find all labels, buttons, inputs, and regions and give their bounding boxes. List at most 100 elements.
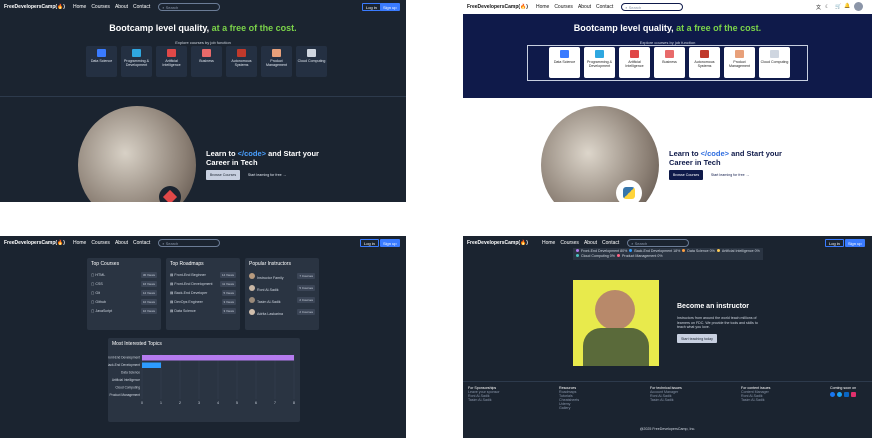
login-button[interactable]: Log in: [360, 239, 379, 247]
y-tick-label: Artificial Intelligence: [112, 378, 140, 382]
nav-home[interactable]: Home: [536, 4, 549, 10]
nav-courses[interactable]: Courses: [91, 240, 110, 246]
signup-button[interactable]: Sign up: [380, 3, 400, 11]
avatar[interactable]: [854, 2, 863, 11]
card-data-science[interactable]: Data Science: [86, 46, 117, 77]
translate-icon[interactable]: 文: [816, 4, 821, 11]
signup-button[interactable]: Sign up: [845, 239, 865, 247]
list-item[interactable]: Tasim Al-Sadik 2 Courses: [245, 294, 319, 306]
clipboard-icon: [735, 50, 744, 58]
search-input[interactable]: ⌕ Search: [627, 239, 690, 247]
y-tick-label: Back-End Development: [108, 363, 140, 367]
x-tick-label: 4: [217, 401, 219, 405]
nav-contact[interactable]: Contact: [602, 240, 619, 246]
list-item[interactable]: ▤ Front-End Development 11 Views: [166, 279, 240, 288]
list-item[interactable]: ▤ Back-End Developer 5 Views: [166, 288, 240, 297]
search-input[interactable]: ⌕ Search: [158, 239, 221, 247]
list-item[interactable]: Instructor Family 7 Courses: [245, 270, 319, 282]
start-free-link[interactable]: Start learning for free →: [707, 170, 753, 180]
y-tick-label: Front-End Development: [108, 356, 140, 360]
footer-link[interactable]: Tasim Al-Sadik: [650, 398, 730, 402]
navbar: FreeDevelopersCamp(🔥) Home Courses About…: [0, 0, 406, 14]
nav-courses[interactable]: Courses: [554, 4, 573, 10]
panel-instructor: FreeDevelopersCamp(🔥) Home Courses About…: [463, 236, 872, 438]
facebook-icon[interactable]: [830, 392, 835, 397]
nav-about[interactable]: About: [115, 240, 128, 246]
brand-logo[interactable]: FreeDevelopersCamp(🔥): [4, 4, 65, 10]
list-item[interactable]: ▢ Github 10 Views: [87, 297, 161, 306]
footer-link[interactable]: Gallery: [559, 406, 639, 410]
list-item[interactable]: ▢ JavaScript 10 Views: [87, 306, 161, 315]
nav-contact[interactable]: Contact: [596, 4, 613, 10]
brand-logo[interactable]: FreeDevelopersCamp(🔥): [467, 4, 528, 10]
avatar: [249, 308, 255, 315]
card-cloud[interactable]: Cloud Computing: [759, 47, 790, 78]
bar[interactable]: [142, 362, 161, 369]
card-ai[interactable]: Artificial Intelligence: [156, 46, 187, 77]
card-data-science[interactable]: Data Science: [549, 47, 580, 78]
signup-button[interactable]: Sign up: [380, 239, 400, 247]
list-item[interactable]: Adrita Laskarina 2 Courses: [245, 306, 319, 318]
linkedin-icon[interactable]: [844, 392, 849, 397]
nav-contact[interactable]: Contact: [133, 4, 150, 10]
nav-home[interactable]: Home: [73, 240, 86, 246]
card-ai[interactable]: Artificial Intelligence: [619, 47, 650, 78]
hero-badge-icon: [159, 186, 181, 202]
hero-divider: [0, 96, 406, 97]
bell-icon[interactable]: 🔔: [844, 3, 850, 9]
card-autonomous[interactable]: Autonomous Systems: [689, 47, 720, 78]
search-input[interactable]: ⌕ Search: [621, 3, 684, 11]
navbar: FreeDevelopersCamp(🔥) Home Courses About…: [463, 0, 872, 14]
list-item[interactable]: ▢ CSS 16 Views: [87, 279, 161, 288]
instagram-icon[interactable]: [851, 392, 856, 397]
card-product[interactable]: Product Management: [724, 47, 755, 78]
x-tick-label: 5: [236, 401, 238, 405]
start-teaching-button[interactable]: Start teaching today: [677, 334, 717, 343]
footer-col: For Sponsorships Leave your sponsor Roni…: [468, 386, 548, 402]
twitter-icon[interactable]: [837, 392, 842, 397]
nav-home[interactable]: Home: [542, 240, 555, 246]
card-programming[interactable]: Programming & Development: [121, 46, 152, 77]
brand-logo[interactable]: FreeDevelopersCamp(🔥): [4, 240, 65, 246]
card-business[interactable]: Business: [654, 47, 685, 78]
y-tick-label: Cloud Computing: [115, 386, 140, 390]
data-science-icon: [560, 50, 569, 58]
nav-about[interactable]: About: [578, 4, 591, 10]
card-cloud[interactable]: Cloud Computing: [296, 46, 327, 77]
footer-link[interactable]: Tasim Al-Sadik: [741, 398, 821, 402]
footer-link[interactable]: Tasim Al-Sadik: [468, 398, 548, 402]
cloud-icon: [770, 50, 779, 58]
nav-about[interactable]: About: [584, 240, 597, 246]
become-title: Become an instructor: [677, 303, 749, 310]
top-courses-title: Top Courses: [91, 261, 120, 267]
footer-col: For content issues Content Manager Roni …: [741, 386, 821, 402]
search-input[interactable]: ⌕ Search: [158, 3, 221, 11]
start-free-link[interactable]: Start learning for free →: [244, 170, 290, 180]
instructors-box: Popular Instructors Instructor Family 7 C…: [245, 258, 319, 330]
cart-icon[interactable]: 🛒: [835, 4, 841, 10]
list-item[interactable]: Roni Al-Sadik 5 Courses: [245, 282, 319, 294]
list-item[interactable]: ▤ DevOps Engineer 3 Views: [166, 297, 240, 306]
nav-about[interactable]: About: [115, 4, 128, 10]
legend-strip: Front-End Development 80% Back-End Devel…: [573, 248, 763, 260]
list-item[interactable]: ▢ HTML 30 Views: [87, 270, 161, 279]
login-button[interactable]: Log in: [362, 3, 381, 11]
card-autonomous[interactable]: Autonomous Systems: [226, 46, 257, 77]
login-button[interactable]: Log in: [825, 239, 844, 247]
card-programming[interactable]: Programming & Development: [584, 47, 615, 78]
panel-dark-home: FreeDevelopersCamp(🔥) Home Courses About…: [0, 0, 406, 202]
nav-courses[interactable]: Courses: [91, 4, 110, 10]
card-business[interactable]: Business: [191, 46, 222, 77]
brand-logo[interactable]: FreeDevelopersCamp(🔥): [467, 240, 528, 246]
moon-icon[interactable]: ☾: [825, 4, 829, 10]
bar[interactable]: [142, 355, 294, 361]
nav-home[interactable]: Home: [73, 4, 86, 10]
browse-courses-button[interactable]: Browse Courses: [206, 170, 240, 180]
nav-courses[interactable]: Courses: [560, 240, 579, 246]
card-product[interactable]: Product Management: [261, 46, 292, 77]
nav-contact[interactable]: Contact: [133, 240, 150, 246]
list-item[interactable]: ▤ Front-End Beginner 14 Views: [166, 270, 240, 279]
list-item[interactable]: ▤ Data Science 3 Views: [166, 306, 240, 315]
browse-courses-button[interactable]: Browse Courses: [669, 170, 703, 180]
list-item[interactable]: ▢ Git 12 Views: [87, 288, 161, 297]
